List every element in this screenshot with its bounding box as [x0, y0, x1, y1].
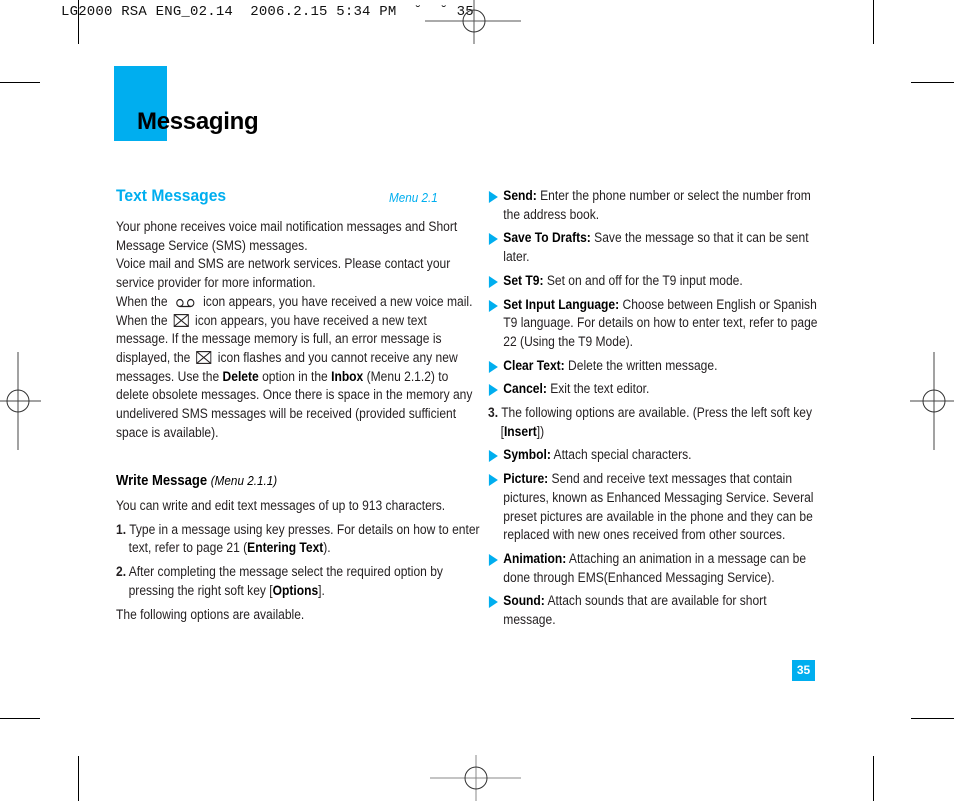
crop-mark	[0, 82, 40, 83]
option-item: Set T9: Set on and off for the T9 input …	[488, 272, 821, 291]
options-list: Send: Enter the phone number or select t…	[488, 187, 854, 630]
option-item: Save To Drafts: Save the message so that…	[488, 229, 821, 266]
bullet-triangle-icon	[488, 596, 498, 609]
intro-paragraph-1: Your phone receives voice mail notificat…	[116, 219, 458, 253]
registration-mark-right	[910, 352, 954, 450]
voicemail-icon	[176, 298, 195, 307]
section-title: Text Messages	[116, 186, 227, 205]
step-3: 3. The following options are available. …	[488, 405, 813, 439]
crop-mark	[873, 0, 874, 44]
intro-paragraph-3: When the icon appears, you have received…	[116, 293, 473, 440]
bullet-triangle-icon	[488, 384, 498, 397]
envelope-icon	[173, 313, 189, 327]
write-message-body: You can write and edit text messages of …	[116, 497, 482, 624]
insert-option-item: Sound: Attach sounds that are available …	[488, 592, 821, 629]
delete-term: Delete	[222, 368, 259, 384]
bullet-triangle-icon	[488, 474, 498, 487]
crop-mark	[911, 718, 954, 719]
crop-mark	[78, 756, 79, 801]
section-menu-ref: Menu 2.1	[389, 190, 438, 205]
write-message-menu-ref: (Menu 2.1.1)	[210, 473, 278, 488]
insert-option-item: Picture: Send and receive text messages …	[488, 470, 821, 545]
bullet-triangle-icon	[488, 233, 498, 246]
intro-paragraph-2: Voice mail and SMS are network services.…	[116, 256, 451, 291]
bullet-triangle-icon	[488, 450, 498, 463]
bullet-triangle-icon	[488, 360, 498, 373]
printer-slug-line: LG2000 RSA ENG_02.14 2006.2.15 5:34 PM ˘…	[61, 4, 474, 20]
bullet-triangle-icon	[488, 191, 498, 203]
page-title: Messaging	[137, 108, 259, 135]
option-item: Set Input Language: Choose between Engli…	[488, 296, 821, 352]
crop-mark	[873, 756, 874, 801]
step-1: 1. Type in a message using key presses. …	[116, 521, 480, 556]
options-intro: The following options are available.	[116, 606, 305, 622]
step-2: 2. After completing the message select t…	[116, 564, 443, 598]
write-message-intro: You can write and edit text messages of …	[116, 498, 446, 513]
intro-text: Your phone receives voice mail notificat…	[116, 218, 482, 442]
crop-mark	[911, 82, 954, 83]
registration-mark-top	[425, 0, 521, 44]
registration-mark-left	[0, 352, 41, 450]
write-message-heading: Write Message (Menu 2.1.1)	[116, 473, 278, 489]
insert-option-item: Animation: Attaching an animation in a m…	[488, 550, 821, 587]
envelope-icon	[196, 350, 212, 364]
crop-mark	[78, 0, 79, 44]
option-item: Send: Enter the phone number or select t…	[488, 187, 821, 224]
bullet-triangle-icon	[488, 299, 498, 312]
registration-mark-bottom	[430, 755, 521, 801]
option-item: Clear Text: Delete the written message.	[488, 357, 821, 376]
option-item: Cancel: Exit the text editor.	[488, 380, 821, 399]
inbox-term: Inbox	[331, 368, 364, 384]
bullet-triangle-icon	[488, 275, 498, 288]
bullet-triangle-icon	[488, 553, 498, 566]
page-number: 35	[792, 660, 815, 681]
crop-mark	[0, 718, 40, 719]
insert-option-item: Symbol: Attach special characters.	[488, 446, 821, 465]
